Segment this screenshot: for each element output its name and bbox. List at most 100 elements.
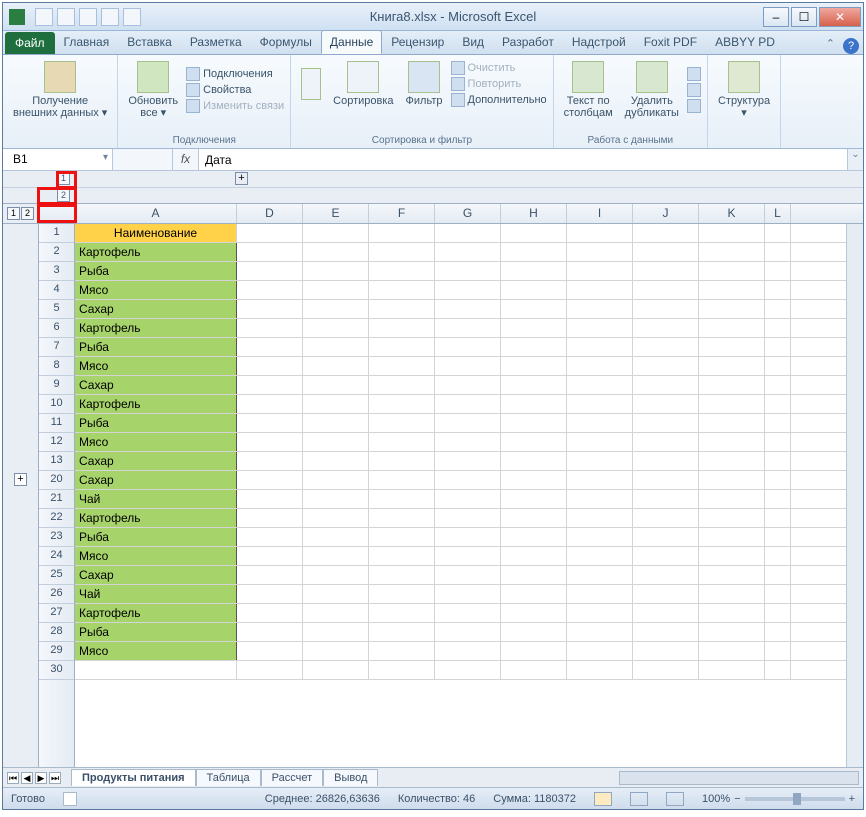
cell[interactable] xyxy=(237,452,303,470)
cell[interactable] xyxy=(369,262,435,280)
sheet-nav-first-icon[interactable]: ⏮ xyxy=(7,772,19,784)
fx-icon[interactable]: fx xyxy=(173,149,199,170)
cell[interactable] xyxy=(237,357,303,375)
cell[interactable] xyxy=(369,661,435,679)
col-outline-expand-icon[interactable]: + xyxy=(235,172,248,185)
sheet-nav-last-icon[interactable]: ⏭ xyxy=(49,772,61,784)
cell[interactable] xyxy=(369,490,435,508)
cell[interactable] xyxy=(699,661,765,679)
cell[interactable] xyxy=(765,395,791,413)
cell[interactable] xyxy=(501,433,567,451)
cell[interactable] xyxy=(501,224,567,242)
cell[interactable] xyxy=(765,414,791,432)
cell[interactable] xyxy=(369,395,435,413)
row-header[interactable]: 29 xyxy=(39,642,74,661)
cell[interactable] xyxy=(501,262,567,280)
cell[interactable] xyxy=(633,300,699,318)
cell[interactable] xyxy=(303,604,369,622)
cell[interactable] xyxy=(699,224,765,242)
cell[interactable] xyxy=(567,490,633,508)
cell[interactable] xyxy=(567,661,633,679)
qat-redo-icon[interactable] xyxy=(79,8,97,26)
cell[interactable] xyxy=(501,585,567,603)
cell[interactable] xyxy=(369,452,435,470)
cell[interactable] xyxy=(303,566,369,584)
sheet-tab-active[interactable]: Продукты питания xyxy=(71,769,196,786)
row-header[interactable]: 25 xyxy=(39,566,74,585)
tab-insert[interactable]: Вставка xyxy=(118,30,181,54)
col-header-G[interactable]: G xyxy=(435,204,501,223)
qat-print-icon[interactable] xyxy=(123,8,141,26)
close-button[interactable]: ✕ xyxy=(819,7,861,27)
reapply-button[interactable]: Повторить xyxy=(451,77,547,91)
cell[interactable]: Картофель xyxy=(75,509,237,527)
cell[interactable] xyxy=(369,357,435,375)
col-outline-level-2[interactable]: 2 xyxy=(57,189,70,202)
cell[interactable] xyxy=(567,243,633,261)
cell[interactable] xyxy=(765,262,791,280)
get-external-data-button[interactable]: Получение внешних данных ▾ xyxy=(9,59,111,121)
cell[interactable] xyxy=(765,509,791,527)
cell[interactable] xyxy=(369,604,435,622)
cell[interactable] xyxy=(633,471,699,489)
cell[interactable] xyxy=(567,414,633,432)
formula-input[interactable] xyxy=(199,149,847,170)
vertical-scrollbar[interactable] xyxy=(846,224,863,767)
cell[interactable] xyxy=(237,604,303,622)
row-header[interactable]: 10 xyxy=(39,395,74,414)
refresh-all-button[interactable]: Обновить все ▾ xyxy=(124,59,182,121)
cell[interactable] xyxy=(303,243,369,261)
tab-layout[interactable]: Разметка xyxy=(181,30,251,54)
cell[interactable]: Сахар xyxy=(75,376,237,394)
cell[interactable] xyxy=(567,395,633,413)
cell[interactable] xyxy=(303,433,369,451)
cell[interactable] xyxy=(237,281,303,299)
minimize-button[interactable]: – xyxy=(763,7,789,27)
macro-record-icon[interactable] xyxy=(63,792,77,806)
cell[interactable] xyxy=(699,623,765,641)
cell[interactable] xyxy=(567,623,633,641)
col-header-A[interactable]: A xyxy=(75,204,237,223)
cell[interactable] xyxy=(699,433,765,451)
cell[interactable]: Рыба xyxy=(75,414,237,432)
cell[interactable] xyxy=(237,471,303,489)
row-header[interactable]: 4 xyxy=(39,281,74,300)
tab-review[interactable]: Рецензир xyxy=(382,30,453,54)
cell[interactable] xyxy=(567,471,633,489)
cell[interactable] xyxy=(699,452,765,470)
qat-open-icon[interactable] xyxy=(101,8,119,26)
cell[interactable] xyxy=(369,433,435,451)
cell[interactable] xyxy=(633,433,699,451)
tab-home[interactable]: Главная xyxy=(55,30,119,54)
cell[interactable] xyxy=(435,300,501,318)
cell[interactable] xyxy=(237,300,303,318)
cell[interactable] xyxy=(699,509,765,527)
row-header[interactable]: 26 xyxy=(39,585,74,604)
cell[interactable] xyxy=(501,566,567,584)
cell[interactable] xyxy=(765,547,791,565)
cell[interactable] xyxy=(633,566,699,584)
cell[interactable] xyxy=(303,623,369,641)
cell[interactable] xyxy=(699,319,765,337)
cell[interactable] xyxy=(435,338,501,356)
tab-abbyy[interactable]: ABBYY PD xyxy=(706,30,784,54)
cell[interactable] xyxy=(435,604,501,622)
cell[interactable] xyxy=(303,300,369,318)
cell[interactable] xyxy=(369,642,435,660)
cell[interactable] xyxy=(567,300,633,318)
cell[interactable] xyxy=(567,642,633,660)
cell[interactable] xyxy=(501,661,567,679)
cell[interactable] xyxy=(435,319,501,337)
minimize-ribbon-icon[interactable]: ⌃ xyxy=(822,33,839,54)
cell[interactable] xyxy=(303,471,369,489)
cell[interactable] xyxy=(369,376,435,394)
cell[interactable] xyxy=(567,566,633,584)
cell[interactable] xyxy=(501,300,567,318)
cell[interactable] xyxy=(501,395,567,413)
cell[interactable] xyxy=(567,585,633,603)
cell[interactable] xyxy=(237,338,303,356)
row-header[interactable]: 22 xyxy=(39,509,74,528)
cell[interactable] xyxy=(501,243,567,261)
cell[interactable] xyxy=(435,642,501,660)
cell[interactable] xyxy=(699,585,765,603)
